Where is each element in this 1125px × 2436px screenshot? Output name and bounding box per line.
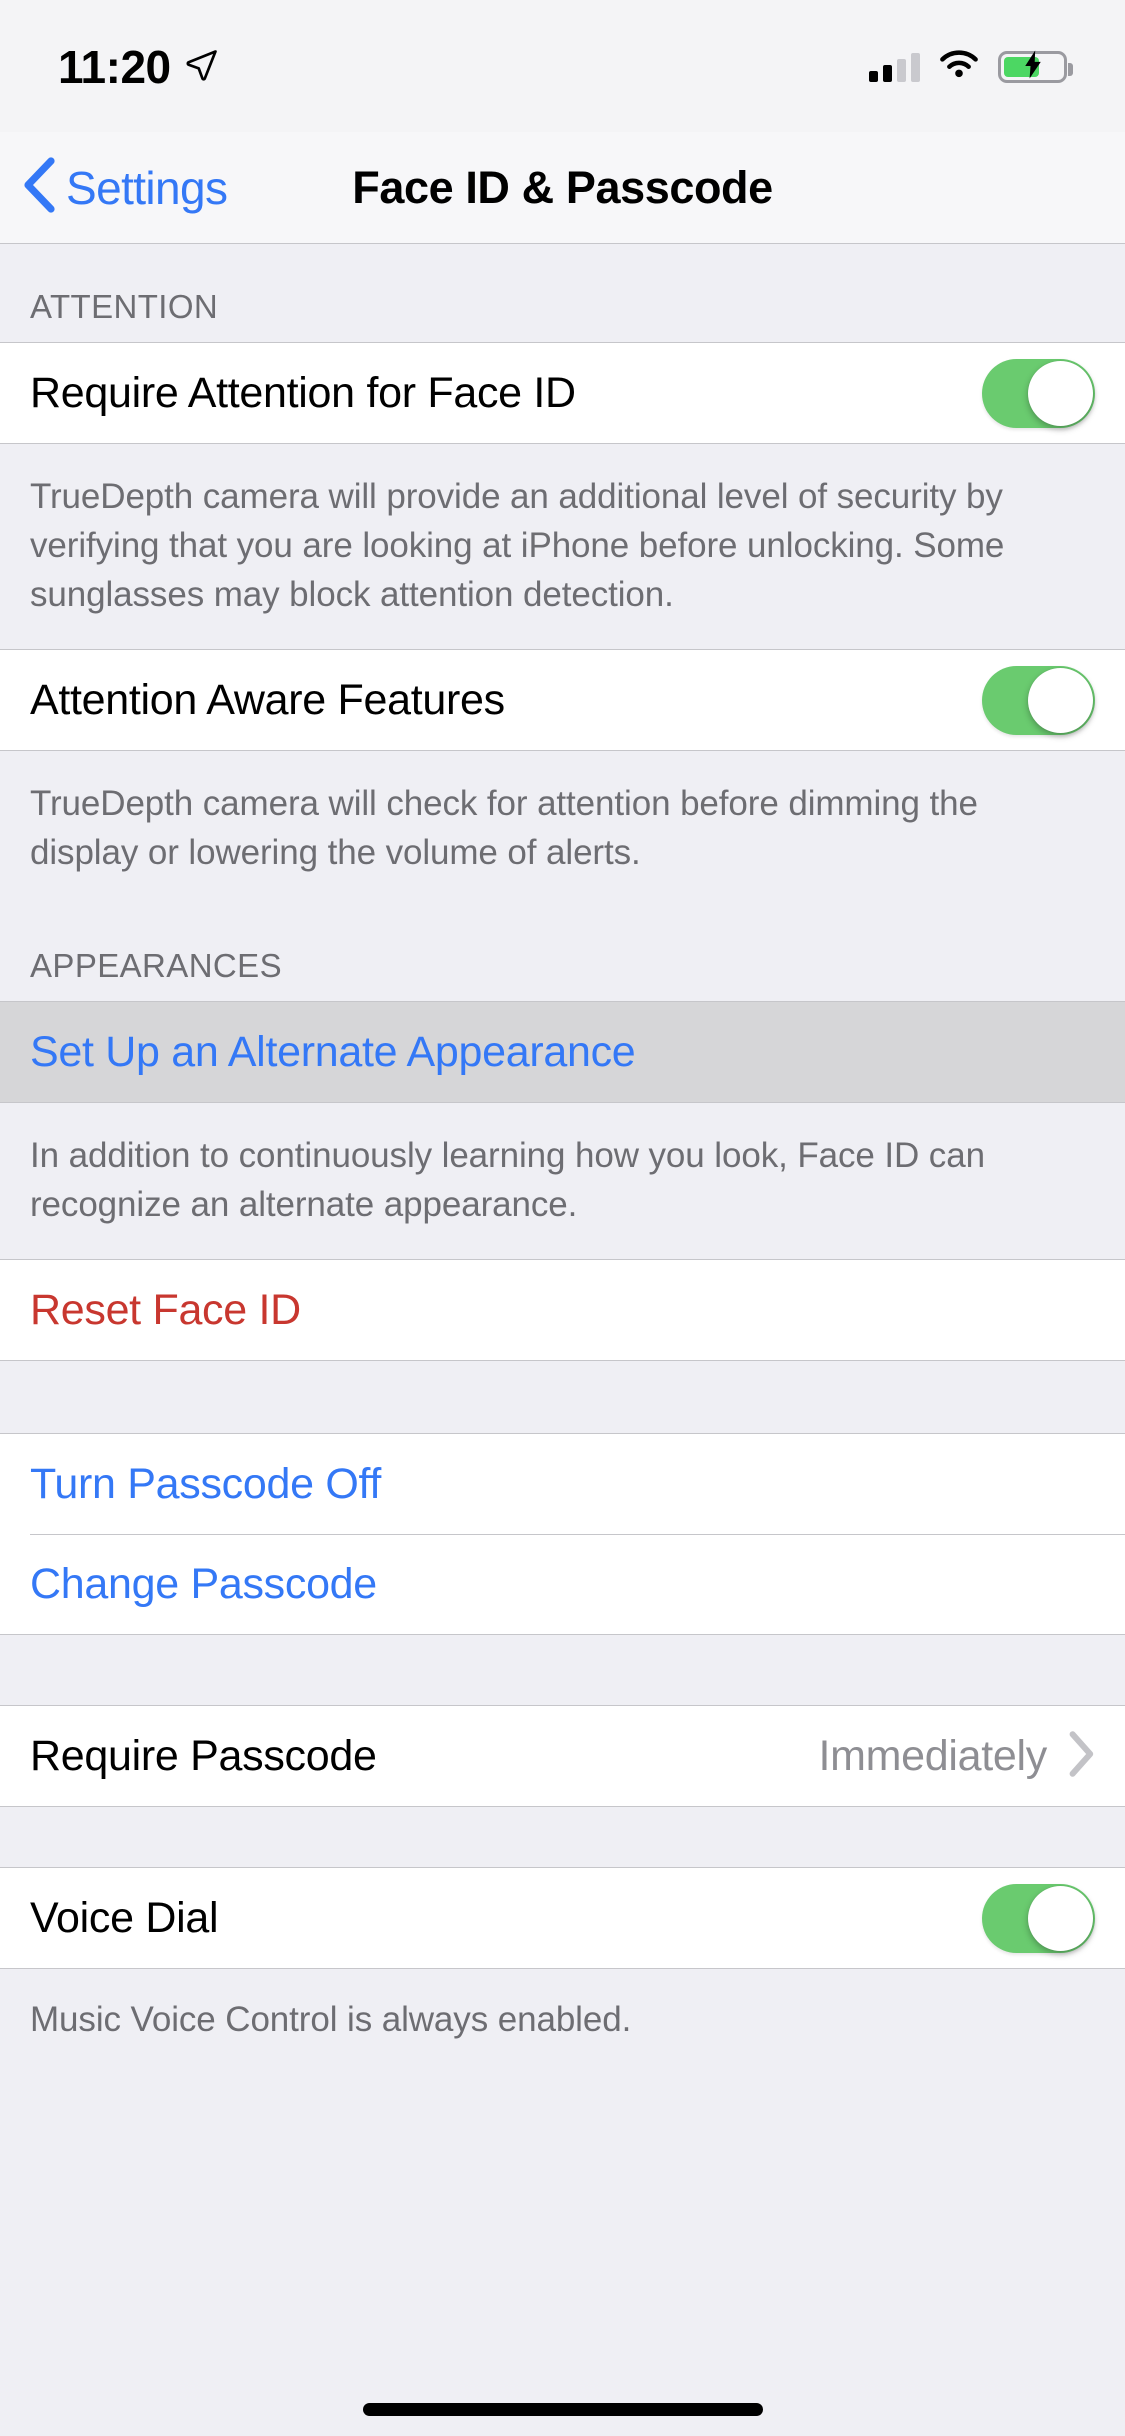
row-label: Attention Aware Features: [30, 675, 505, 724]
toggle-knob: [1028, 667, 1093, 733]
row-label: Set Up an Alternate Appearance: [30, 1027, 636, 1076]
cell-group-voice-dial: Voice Dial: [0, 1867, 1125, 1969]
require-attention-toggle[interactable]: [982, 358, 1095, 428]
footer-require-attention: TrueDepth camera will provide an additio…: [0, 444, 1125, 649]
home-indicator[interactable]: [362, 2403, 763, 2416]
toggle-knob: [1028, 1885, 1093, 1951]
voice-dial-toggle[interactable]: [982, 1883, 1095, 1953]
cellular-signal-icon: [869, 52, 920, 82]
toggle-knob: [1028, 360, 1093, 426]
row-label: Reset Face ID: [30, 1285, 301, 1334]
status-bar: 11:20: [0, 0, 1125, 132]
charging-bolt-icon: [1023, 50, 1043, 83]
navigation-bar: Settings Face ID & Passcode: [0, 132, 1125, 244]
footer-attention-aware: TrueDepth camera will check for attentio…: [0, 751, 1125, 907]
row-set-up-alternate-appearance[interactable]: Set Up an Alternate Appearance: [0, 1002, 1125, 1102]
settings-list: ATTENTION Require Attention for Face ID …: [0, 244, 1125, 2074]
cell-group-passcode-actions: Turn Passcode Off Change Passcode: [0, 1433, 1125, 1635]
row-require-attention-for-face-id[interactable]: Require Attention for Face ID: [0, 343, 1125, 443]
row-voice-dial[interactable]: Voice Dial: [0, 1868, 1125, 1968]
row-label: Voice Dial: [30, 1893, 219, 1942]
footer-voice-dial: Music Voice Control is always enabled.: [0, 1969, 1125, 2074]
section-spacer: [0, 1361, 1125, 1433]
cell-group-require-passcode: Require Passcode Immediately: [0, 1705, 1125, 1807]
section-spacer: [0, 1635, 1125, 1705]
status-bar-right: [869, 44, 1073, 85]
iphone-screen: 11:20 Settings Face ID & Passcode ATTENT…: [0, 0, 1125, 2436]
cell-group-reset-face-id: Reset Face ID: [0, 1259, 1125, 1361]
section-header-appearances: APPEARANCES: [30, 947, 282, 984]
footer-appearances: In addition to continuously learning how…: [0, 1103, 1125, 1259]
location-arrow-icon: [185, 48, 219, 87]
row-change-passcode[interactable]: Change Passcode: [0, 1534, 1125, 1634]
row-turn-passcode-off[interactable]: Turn Passcode Off: [0, 1434, 1125, 1534]
section-header-attention: ATTENTION: [30, 288, 219, 325]
row-attention-aware-features[interactable]: Attention Aware Features: [0, 650, 1125, 750]
status-bar-left: 11:20: [58, 44, 219, 90]
back-button[interactable]: Settings: [0, 157, 228, 218]
cell-group-require-attention: Require Attention for Face ID: [0, 342, 1125, 444]
attention-aware-toggle[interactable]: [982, 665, 1095, 735]
row-label: Turn Passcode Off: [30, 1459, 382, 1508]
row-label: Require Passcode: [30, 1731, 377, 1780]
chevron-left-icon: [22, 157, 56, 218]
row-reset-face-id[interactable]: Reset Face ID: [0, 1260, 1125, 1360]
cell-group-attention-aware: Attention Aware Features: [0, 649, 1125, 751]
row-label: Require Attention for Face ID: [30, 368, 576, 417]
back-button-label: Settings: [66, 161, 228, 214]
status-bar-clock: 11:20: [58, 41, 171, 93]
row-value: Immediately: [818, 1731, 1048, 1780]
row-label: Change Passcode: [30, 1559, 377, 1608]
section-spacer: [0, 1807, 1125, 1867]
row-require-passcode[interactable]: Require Passcode Immediately: [0, 1706, 1125, 1806]
cell-group-appearances: Set Up an Alternate Appearance: [0, 1001, 1125, 1103]
chevron-right-icon: [1069, 1730, 1095, 1782]
battery-charging-icon: [998, 50, 1073, 83]
wifi-icon: [938, 48, 980, 85]
